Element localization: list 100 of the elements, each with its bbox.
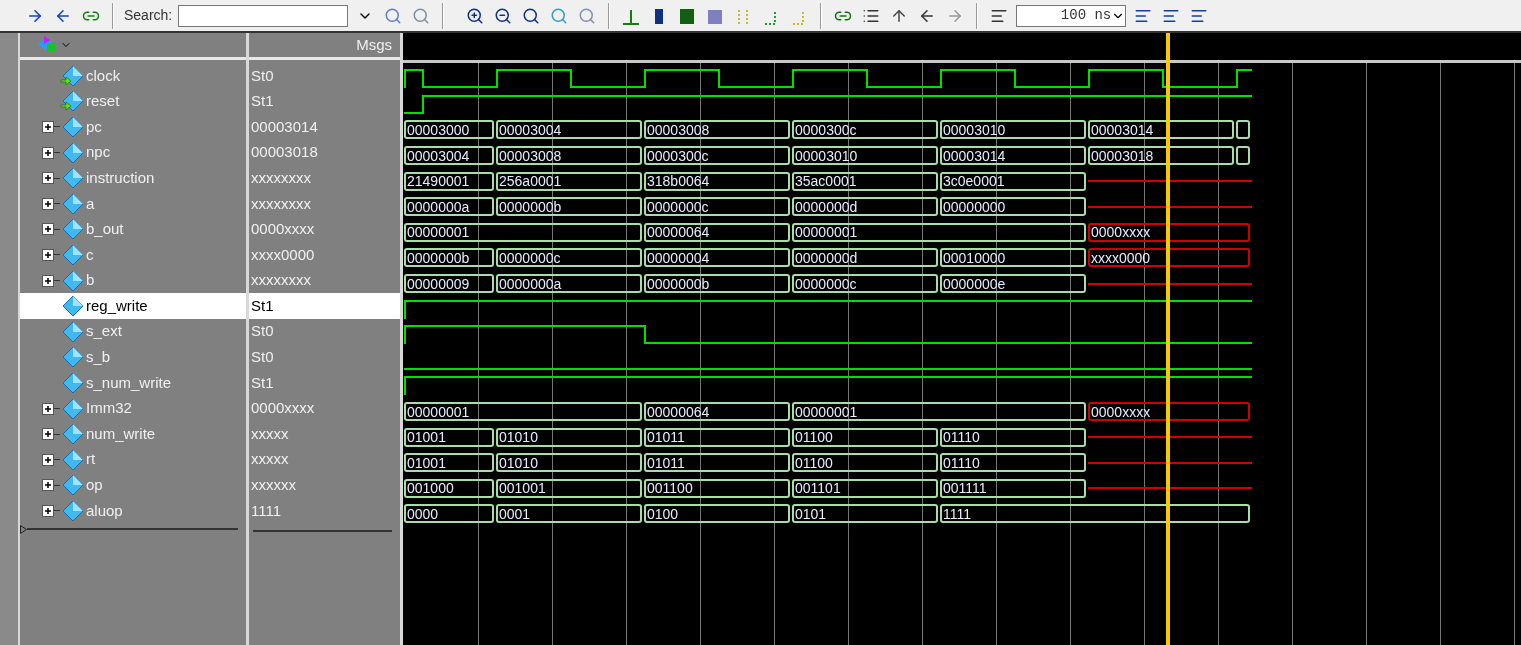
expand-plus-icon[interactable]	[42, 248, 54, 261]
signal-row[interactable]: npc	[20, 139, 246, 166]
signal-value: St1	[251, 372, 274, 393]
bus-value: 00003010	[792, 146, 938, 166]
bus-value: 00003008	[644, 120, 790, 140]
signal-icon	[60, 320, 84, 343]
signal-name: rt	[86, 449, 96, 470]
signal-row[interactable]: rt	[20, 446, 246, 473]
bus-value: 0000000b	[644, 274, 790, 294]
signal-row[interactable]: clock	[20, 63, 246, 89]
expand-plus-icon[interactable]	[42, 453, 54, 466]
bus-value: 0000000d	[792, 197, 938, 217]
signal-row[interactable]: Imm32	[20, 395, 246, 422]
signal-value: St1	[251, 91, 274, 112]
bus-value: 00003008	[496, 146, 642, 166]
bus-value: 00000001	[792, 222, 1086, 242]
bus-value: 0100	[644, 504, 790, 524]
expand-plus-icon[interactable]	[42, 121, 54, 133]
bus-value: 318b0064	[644, 171, 790, 191]
signal-row[interactable]: reg_write	[20, 293, 246, 319]
bus-value: 01010	[496, 427, 642, 447]
signal-row[interactable]: aluop	[20, 498, 246, 524]
signal-name: reg_write	[86, 295, 148, 316]
signal-value: 0000xxxx	[251, 219, 315, 240]
expand-plus-icon[interactable]	[42, 197, 54, 210]
signal-value: 00003018	[251, 142, 318, 163]
bus-value: 001101	[792, 478, 938, 498]
signal-icon	[60, 116, 84, 138]
bus-value: 0000000c	[792, 274, 938, 294]
expand-plus-icon[interactable]	[42, 479, 54, 492]
bus-value: 00000064	[644, 222, 790, 242]
signal-row[interactable]: b_out	[20, 216, 246, 243]
signal-row[interactable]: s_b	[20, 344, 246, 371]
bus-value: 00000064	[644, 402, 790, 421]
bus-value: 00000001	[792, 402, 1086, 421]
signal-row[interactable]: c	[20, 242, 246, 268]
signal-name: instruction	[86, 167, 155, 188]
bus-value: 21490001	[404, 171, 494, 191]
signal-name: b	[86, 270, 95, 291]
signal-value: 00003014	[251, 116, 318, 137]
signal-row[interactable]: a	[20, 190, 246, 217]
signal-icon	[60, 371, 84, 394]
bus-value: 0000000e	[940, 274, 1086, 294]
signal-value: xxxxxxxx	[251, 167, 311, 188]
expand-plus-icon[interactable]	[42, 146, 54, 159]
time-field[interactable]: 100 ns	[1016, 4, 1127, 27]
signal-value: St0	[251, 65, 274, 86]
signal-value: xxxxx	[251, 423, 289, 444]
bus-value: 0000300c	[644, 146, 790, 166]
bus-value: 0000000c	[644, 197, 790, 217]
signal-name: b_out	[86, 219, 124, 240]
expand-plus-icon[interactable]	[42, 504, 54, 517]
signal-icon	[60, 397, 84, 420]
triangle-marker-icon	[20, 524, 27, 534]
signal-row[interactable]: pc	[20, 114, 246, 140]
signal-icon	[60, 167, 84, 190]
signal-icon	[60, 295, 84, 318]
bus-value: 01100	[792, 427, 938, 447]
signal-icon	[60, 448, 84, 471]
bus-value: 00003004	[496, 120, 642, 140]
signal-name: pc	[86, 116, 102, 137]
bus-value: 01110	[940, 453, 1086, 473]
signal-icon	[60, 474, 84, 497]
bus-value: 0000000b	[496, 197, 642, 217]
expand-plus-icon[interactable]	[42, 274, 54, 287]
signal-icon	[60, 243, 84, 266]
signal-value: 1111	[251, 500, 282, 521]
expand-plus-icon[interactable]	[42, 172, 54, 185]
expand-plus-icon[interactable]	[42, 223, 54, 236]
expand-plus-icon[interactable]	[42, 402, 54, 415]
bus-value: 0000000a	[404, 197, 494, 217]
search-field[interactable]	[178, 4, 349, 27]
bus-value: 0000000b	[404, 248, 494, 268]
signal-icon	[60, 423, 84, 446]
signal-row[interactable]: instruction	[20, 165, 246, 191]
signal-name: npc	[86, 142, 111, 163]
expand-plus-icon[interactable]	[42, 428, 54, 441]
bus-value: 0000	[404, 504, 494, 524]
bus-value: 01001	[404, 427, 494, 447]
signal-name: num_write	[86, 423, 156, 444]
bus-value: 00010000	[940, 248, 1086, 268]
bus-value: 001100	[644, 478, 790, 498]
bus-value: 35ac0001	[792, 171, 938, 191]
signal-row[interactable]: s_num_write	[20, 370, 246, 396]
bus-value: 001000	[404, 478, 494, 498]
bus-value: 00003014	[1088, 120, 1234, 140]
bus-value: 0000300c	[792, 120, 938, 140]
signal-value: St1	[251, 295, 274, 316]
signal-row[interactable]: num_write	[20, 421, 246, 447]
column-header: Msgs	[356, 34, 392, 55]
bus-value: 01100	[792, 453, 938, 473]
search-label: Search:	[124, 6, 173, 25]
signal-row[interactable]: s_ext	[20, 318, 246, 345]
signal-row[interactable]: b	[20, 267, 246, 294]
signal-row[interactable]: op	[20, 472, 246, 499]
signal-value: St0	[251, 347, 274, 368]
signal-value: xxxxxxxx	[251, 270, 311, 291]
bus-value: 00000001	[404, 402, 642, 421]
bus-value: 00000004	[644, 248, 790, 268]
signal-row[interactable]: reset	[20, 88, 246, 115]
